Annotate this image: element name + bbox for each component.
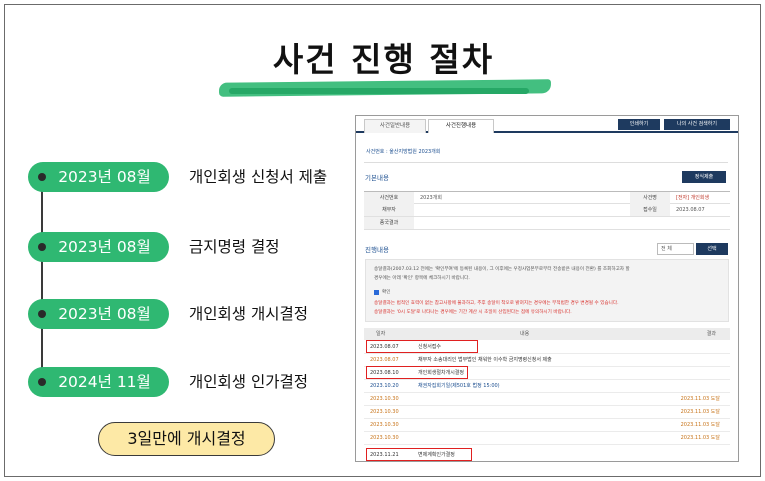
timeline-date-3: 2023년 08월 (28, 299, 169, 329)
page-title: 사건 진행 절차 (272, 40, 495, 79)
header-result: 결과 (706, 331, 716, 337)
info-value: [전자] 개인회생 (676, 195, 710, 201)
info-row: 종국결과 (364, 217, 730, 230)
timeline-date-4: 2024년 11월 (28, 367, 169, 397)
submit-button[interactable]: 정식제출 (682, 171, 726, 183)
info-label: 접수일 (630, 204, 670, 216)
slide-frame: 사건 진행 절차 2023년 08월 개인회생 신청서 제출 2023년 08월… (4, 4, 761, 477)
info-value: 2023.08.07 (676, 207, 705, 213)
timeline-dot-4 (38, 378, 46, 386)
table-row: 2023.10.30 2023.11.03 도달 (364, 419, 730, 432)
table-row: 2023.10.30 2023.11.03 도달 (364, 393, 730, 406)
timeline-date-2: 2023년 08월 (28, 232, 169, 262)
table-row: 2023.10.30 2023.11.03 도달 (364, 432, 730, 445)
confirm-label: 확인 (382, 290, 391, 295)
table-row: 2023.10.20 채권자집회기일(제501호 법정 15:00) (364, 380, 730, 393)
row-date: 2023.08.07 (370, 357, 399, 363)
basic-info-title: 기본내용 (365, 174, 389, 182)
row-date: 2023.10.30 (370, 435, 399, 441)
tab-progress[interactable]: 사건진행내용 (428, 119, 494, 133)
row-date: 2023.10.30 (370, 422, 399, 428)
row-content: 채무자 소송대리인 법무법인 채워한 이수학 금지명령신청서 제출 (418, 357, 552, 363)
row-date: 2023.10.20 (370, 383, 399, 389)
table-header: 일자 내용 결과 (364, 328, 730, 340)
highlight-box (366, 366, 468, 379)
row-date: 2023.10.30 (370, 396, 399, 402)
timeline-dot-1 (38, 173, 46, 181)
select-button[interactable]: 선택 (696, 243, 728, 255)
info-row: 채무자 접수일 2023.08.07 (364, 204, 730, 217)
timeline-event-1: 개인회생 신청서 제출 (189, 168, 328, 186)
print-button[interactable]: 인쇄하기 (618, 119, 660, 130)
info-row: 사건번호 2023개회 사건명 [전자] 개인회생 (364, 191, 730, 204)
case-number: 사건번호 : 울산지방법원 2023개회 (366, 149, 441, 155)
row-result: 2023.11.03 도달 (680, 409, 720, 415)
timeline-line (41, 178, 43, 386)
notice-line: 송달결과(2007.03.12 전에는 '확인부여'에 등록된 내용이, 그 이… (374, 267, 630, 272)
tab-bar: 사건일반내용 사건진행내용 인쇄하기 나의 사건 검색하기 (356, 116, 738, 133)
info-label: 사건명 (630, 192, 670, 204)
header-date: 일자 (376, 331, 386, 337)
info-label: 종국결과 (364, 217, 414, 229)
timeline-dot-2 (38, 243, 46, 251)
row-content: 채권자집회기일(제501호 법정 15:00) (418, 383, 500, 389)
timeline-dot-3 (38, 310, 46, 318)
case-screenshot: 사건일반내용 사건진행내용 인쇄하기 나의 사건 검색하기 사건번호 : 울산지… (355, 115, 739, 462)
timeline-event-2: 금지명령 결정 (189, 238, 280, 256)
table-row: 2023.10.30 2023.11.03 도달 (364, 406, 730, 419)
header-content: 내용 (520, 331, 530, 337)
timeline-event-3: 개인회생 개시결정 (189, 305, 309, 323)
info-value: 2023개회 (420, 195, 442, 201)
highlight-box (366, 340, 478, 353)
row-result: 2023.11.03 도달 (680, 422, 720, 428)
info-label: 채무자 (364, 204, 414, 216)
info-label: 사건번호 (364, 192, 414, 204)
divider (364, 162, 728, 163)
progress-title: 진행내용 (365, 246, 389, 254)
notice-line: 경우에는 아래 '확인' 항목에 체크하시기 바랍니다. (374, 276, 470, 281)
confirm-checkbox[interactable] (374, 290, 379, 295)
notice-warning: 송달결과는 법적인 효력이 없는 참고사항에 불과하고, 추후 송달이 착오로 … (374, 301, 619, 306)
highlight-box (366, 448, 472, 461)
row-date: 2023.10.30 (370, 409, 399, 415)
filter-select[interactable]: 전 체 (657, 243, 694, 255)
notice-warning: 송달결과는 '0시 도달'로 나타나는 경우에는 기간 계산 시 초일이 산입된… (374, 310, 572, 315)
title-underline-stroke (229, 88, 529, 94)
row-result: 2023.11.03 도달 (680, 396, 720, 402)
tab-general[interactable]: 사건일반내용 (364, 119, 426, 133)
timeline-event-4: 개인회생 인가결정 (189, 373, 309, 391)
row-result: 2023.11.03 도달 (680, 435, 720, 441)
notice-box: 송달결과(2007.03.12 전에는 '확인부여'에 등록된 내용이, 그 이… (365, 259, 729, 322)
timeline-date-1: 2023년 08월 (28, 162, 169, 192)
note-badge: 3일만에 개시결정 (98, 422, 275, 456)
my-case-search-button[interactable]: 나의 사건 검색하기 (664, 119, 730, 130)
